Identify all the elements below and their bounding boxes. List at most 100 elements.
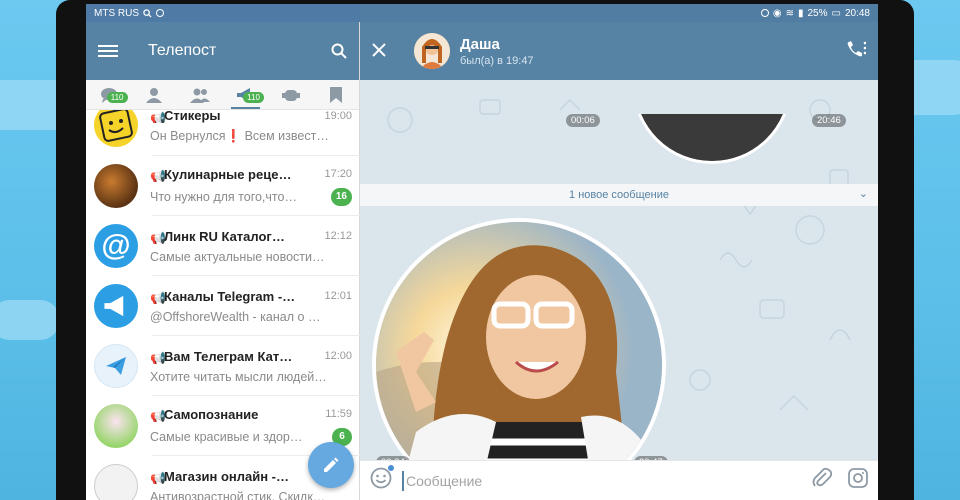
instagram-camera-icon bbox=[848, 468, 868, 488]
megaphone-icon: 📢 bbox=[150, 110, 167, 124]
phone-menu-icon bbox=[847, 40, 867, 56]
avatar bbox=[94, 464, 138, 500]
list-item-chat[interactable]: 📢 Кулинарные реце… 17:20 Что нужно для то… bbox=[86, 156, 360, 216]
megaphone-icon bbox=[104, 295, 124, 317]
camera-button[interactable] bbox=[848, 468, 868, 493]
chat-time: 12:01 bbox=[324, 290, 352, 302]
chat-name: 📢 Стикеры bbox=[150, 110, 221, 123]
message-composer bbox=[360, 460, 878, 500]
tab-badge: 110 bbox=[243, 92, 265, 103]
at-sign-icon: @ bbox=[101, 229, 131, 262]
tab-groups[interactable] bbox=[177, 80, 223, 109]
chat-time: 12:12 bbox=[324, 230, 352, 242]
chevron-down-icon[interactable]: ⌄ bbox=[859, 187, 868, 200]
chat-list-panel: Телепост 110 110 📢 Стикеры 19:00 Он Верн… bbox=[86, 22, 360, 500]
tablet-screen: MTS RUS ◉ ≋ ▮ 25% ▭ 20:48 Телепост 110 1… bbox=[86, 4, 878, 500]
do-not-disturb-icon bbox=[760, 9, 769, 17]
filter-tabs: 110 110 bbox=[86, 80, 359, 110]
bookmark-icon bbox=[330, 86, 343, 103]
chat-preview: Самые красивые и здор… bbox=[150, 429, 303, 444]
carrier-label: MTS RUS bbox=[94, 7, 139, 19]
list-item-chat[interactable]: 📢 Стикеры 19:00 Он Вернулся❗ Всем извест… bbox=[86, 110, 360, 156]
megaphone-icon: 📢 bbox=[150, 231, 167, 244]
contact-name: Даша bbox=[460, 35, 500, 53]
conversation-header: Даша был(а) в 19:47 bbox=[360, 22, 878, 80]
video-frame-image bbox=[376, 222, 662, 500]
compose-button[interactable] bbox=[308, 442, 354, 488]
paperclip-icon bbox=[812, 467, 833, 487]
chat-time: 12:00 bbox=[324, 350, 352, 362]
round-video-message[interactable] bbox=[372, 218, 666, 500]
call-button[interactable] bbox=[846, 40, 867, 63]
battery-icon: ▭ bbox=[831, 7, 841, 19]
chat-preview: Хотите читать мысли людей… bbox=[150, 369, 327, 384]
avatar bbox=[94, 164, 138, 208]
eye-icon: ◉ bbox=[772, 7, 782, 19]
megaphone-icon: 📢 bbox=[150, 471, 167, 484]
chat-preview: Он Вернулся❗ Всем извест… bbox=[150, 129, 329, 143]
avatar bbox=[94, 344, 138, 388]
list-item-chat[interactable]: 📢 Каналы Telegram -… 12:01 @OffshoreWealt… bbox=[86, 276, 360, 336]
telegram-notify-icon bbox=[156, 9, 164, 17]
search-icon bbox=[331, 43, 347, 59]
new-messages-label: 1 новое сообщение bbox=[569, 189, 669, 201]
chat-name: 📢 Кулинарные реце… bbox=[150, 166, 292, 182]
contact-avatar[interactable] bbox=[414, 33, 450, 69]
chat-preview: Антивозрастной стик. Скидк… bbox=[150, 489, 326, 500]
chat-time: 11:59 bbox=[325, 408, 352, 420]
tab-channels[interactable]: 110 bbox=[223, 80, 269, 109]
attach-button[interactable] bbox=[812, 467, 833, 494]
chat-list-header: Телепост bbox=[86, 22, 359, 80]
status-bar: MTS RUS ◉ ≋ ▮ 25% ▭ 20:48 bbox=[86, 4, 878, 22]
tab-users[interactable] bbox=[132, 80, 178, 109]
unread-badge: 16 bbox=[330, 187, 352, 206]
conversation-panel: Даша был(а) в 19:47 00:06 20:46 1 новое … bbox=[360, 22, 878, 500]
contact-last-seen: был(а) в 19:47 bbox=[460, 54, 534, 67]
chat-name: 📢 Самопознание bbox=[150, 406, 259, 422]
chat-background: 00:06 20:46 1 новое сообщение ⌄ bbox=[360, 80, 878, 500]
wifi-icon: ≋ bbox=[785, 7, 794, 19]
emoji-button[interactable] bbox=[370, 465, 394, 494]
chat-preview: Что нужно для того,что… bbox=[150, 189, 297, 204]
bot-icon bbox=[281, 89, 300, 101]
chat-time: 19:00 bbox=[324, 110, 352, 122]
megaphone-icon: 📢 bbox=[150, 351, 167, 364]
previous-video-message[interactable] bbox=[632, 114, 792, 164]
avatar bbox=[94, 284, 138, 328]
close-button[interactable] bbox=[372, 40, 394, 63]
avatar: @ bbox=[94, 224, 138, 268]
chat-preview: @OffshoreWealth - канал о ф… bbox=[150, 309, 330, 324]
app-title: Телепост bbox=[148, 42, 217, 59]
chat-name: 📢 Линк RU Каталог… bbox=[150, 228, 285, 244]
close-icon bbox=[372, 42, 386, 57]
notification-dot bbox=[388, 465, 394, 471]
search-button[interactable] bbox=[331, 43, 347, 59]
tab-badge: 110 bbox=[106, 92, 128, 103]
message-input[interactable] bbox=[402, 470, 796, 491]
cloud-decoration bbox=[0, 300, 60, 340]
search-icon bbox=[143, 8, 152, 18]
pencil-icon bbox=[324, 457, 339, 472]
chat-name: 📢 Каналы Telegram -… bbox=[150, 288, 296, 304]
megaphone-icon: 📢 bbox=[150, 291, 167, 304]
signal-icon: ▮ bbox=[797, 7, 804, 19]
menu-icon[interactable] bbox=[98, 45, 118, 57]
message-time-label: 20:46 bbox=[812, 114, 846, 127]
video-duration-label: 00:06 bbox=[566, 114, 600, 127]
chat-time: 17:20 bbox=[324, 168, 352, 180]
clock-label: 20:48 bbox=[844, 7, 870, 19]
chat-list: 📢 Стикеры 19:00 Он Вернулся❗ Всем извест…… bbox=[86, 110, 360, 500]
list-item-chat[interactable]: @ 📢 Линк RU Каталог… 12:12 Самые актуальн… bbox=[86, 216, 360, 276]
megaphone-icon: 📢 bbox=[150, 409, 167, 422]
list-item-chat[interactable]: 📢 Вам Телеграм Кат… 12:00 Хотите читать м… bbox=[86, 336, 360, 396]
battery-label: 25% bbox=[807, 7, 828, 19]
avatar bbox=[94, 110, 138, 147]
chat-preview: Самые актуальные новости… bbox=[150, 249, 325, 264]
tab-bots[interactable] bbox=[268, 80, 314, 109]
avatar bbox=[94, 404, 138, 448]
chat-name: 📢 Магазин онлайн -… bbox=[150, 468, 290, 484]
new-messages-divider: 1 новое сообщение ⌄ bbox=[360, 184, 878, 206]
tab-favorites[interactable] bbox=[314, 80, 360, 109]
tab-all-chats[interactable]: 110 bbox=[86, 80, 132, 109]
group-icon bbox=[189, 88, 210, 103]
